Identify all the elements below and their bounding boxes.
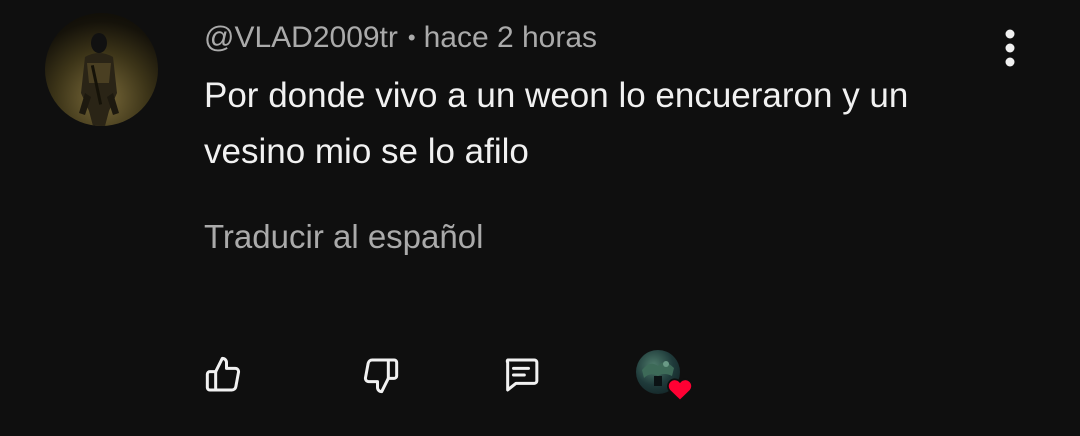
heart-icon bbox=[667, 378, 693, 402]
meta-separator: • bbox=[407, 25, 416, 50]
dislike-button[interactable] bbox=[356, 352, 404, 398]
thumbs-down-icon bbox=[363, 358, 399, 394]
more-options-button[interactable] bbox=[990, 24, 1030, 72]
author-avatar[interactable] bbox=[45, 13, 158, 126]
like-button[interactable] bbox=[200, 352, 248, 398]
creator-heart-badge bbox=[636, 350, 694, 402]
comment-icon bbox=[505, 358, 539, 392]
comment-meta: @VLAD2009tr • hace 2 horas bbox=[204, 18, 597, 58]
reply-button[interactable] bbox=[497, 352, 545, 398]
avatar-image bbox=[79, 33, 119, 126]
more-vertical-icon bbox=[1005, 29, 1015, 67]
translate-button[interactable]: Traducir al español bbox=[204, 218, 483, 256]
comment-thread: @VLAD2009tr • hace 2 horas Por donde viv… bbox=[0, 0, 1080, 436]
thumbs-up-icon bbox=[205, 356, 241, 392]
comment-time: hace 2 horas bbox=[423, 21, 598, 54]
comment-text: Por donde vivo a un weon lo encueraron y… bbox=[204, 76, 909, 171]
author-name[interactable]: @VLAD2009tr bbox=[204, 21, 398, 55]
